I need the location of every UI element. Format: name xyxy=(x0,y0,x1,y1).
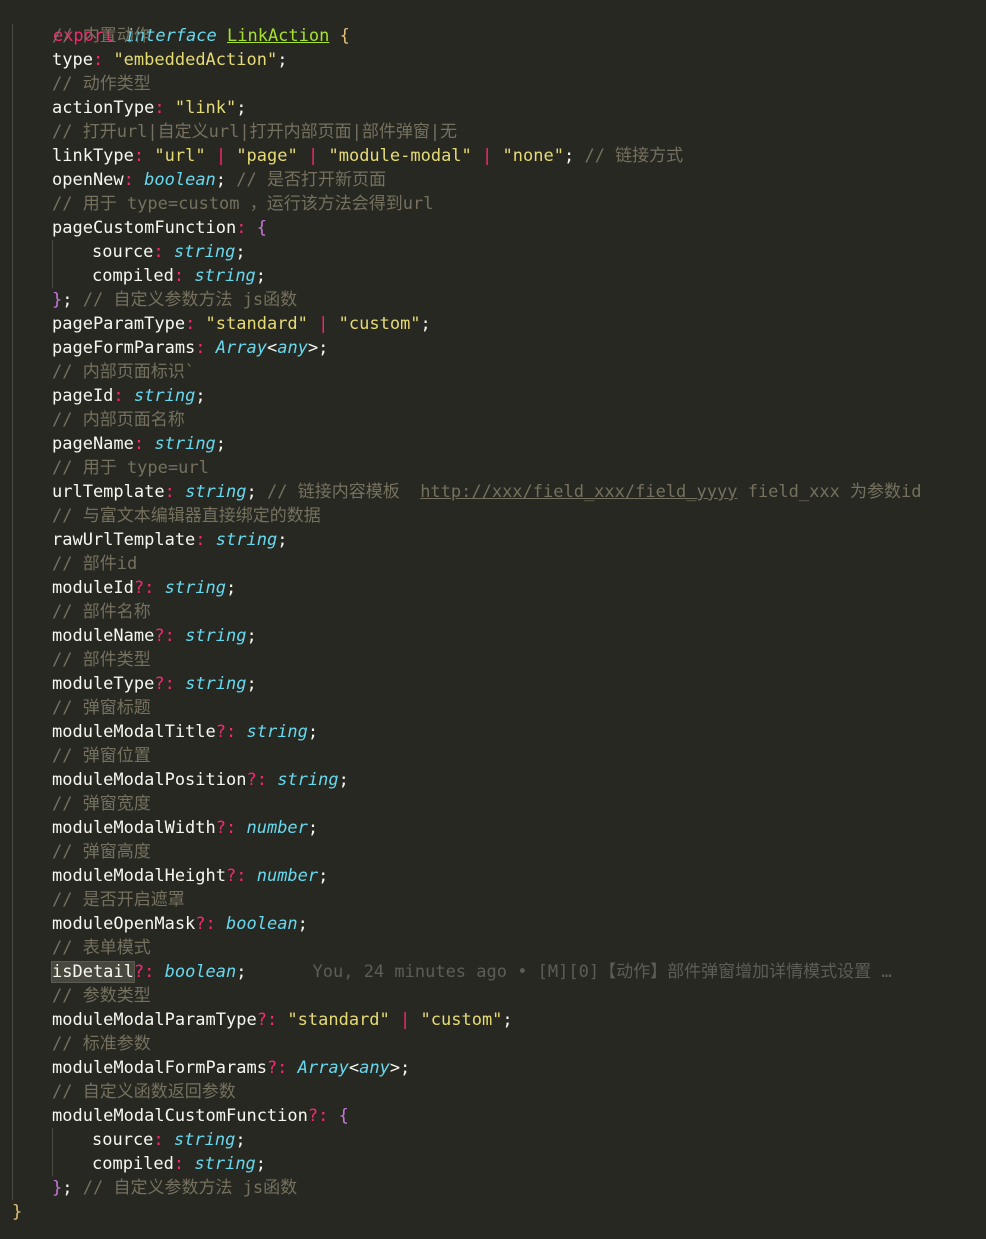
code-line[interactable]: // 内部页面名称 xyxy=(0,408,986,432)
code-line[interactable]: moduleOpenMask?: boolean; xyxy=(0,912,986,936)
code-line[interactable]: rawUrlTemplate: string; xyxy=(0,528,986,552)
string-literal: "link" xyxy=(174,98,237,118)
code-line[interactable]: // 表单模式 xyxy=(0,936,986,960)
code-line[interactable]: // 弹窗高度 xyxy=(0,840,986,864)
code-line[interactable]: // 弹窗宽度 xyxy=(0,792,986,816)
code-line[interactable]: moduleModalFormParams?: Array<any>; xyxy=(0,1056,986,1080)
comment: // 打开url|自定义url|打开内部页面|部件弹窗|无 xyxy=(52,122,458,142)
code-line[interactable]: moduleModalParamType?: "standard" | "cus… xyxy=(0,1008,986,1032)
code-line[interactable]: moduleModalPosition?: string; xyxy=(0,768,986,792)
code-line[interactable]: // 部件名称 xyxy=(0,600,986,624)
code-line[interactable]: moduleModalCustomFunction?: { xyxy=(0,1104,986,1128)
code-line[interactable]: linkType: "url" | "page" | "module-modal… xyxy=(0,144,986,168)
code-line[interactable]: moduleModalHeight?: number; xyxy=(0,864,986,888)
code-line[interactable]: // 自定义函数返回参数 xyxy=(0,1080,986,1104)
code-line[interactable]: source: string; xyxy=(0,240,986,264)
code-line[interactable]: openNew: boolean; // 是否打开新页面 xyxy=(0,168,986,192)
code-line[interactable]: // 用于 type=custom ，运行该方法会得到url xyxy=(0,192,986,216)
property-name: pageCustomFunction xyxy=(52,218,237,238)
comment: // 内置动作 xyxy=(52,26,151,46)
close-brace: } xyxy=(12,1202,23,1222)
code-line[interactable]: type: "embeddedAction"; xyxy=(0,48,986,72)
property-name: openNew xyxy=(52,170,124,190)
code-line[interactable]: pageParamType: "standard" | "custom"; xyxy=(0,312,986,336)
code-line[interactable]: pageName: string; xyxy=(0,432,986,456)
code-line[interactable]: } xyxy=(0,1200,986,1224)
code-line[interactable]: source: string; xyxy=(0,1128,986,1152)
git-blame-annotation[interactable]: You, 24 minutes ago • [M][0]【动作】部件弹窗增加详情… xyxy=(313,962,892,982)
code-line[interactable]: moduleId?: string; xyxy=(0,576,986,600)
code-line[interactable]: moduleName?: string; xyxy=(0,624,986,648)
code-line[interactable]: // 与富文本编辑器直接绑定的数据 xyxy=(0,504,986,528)
code-line[interactable]: // 内置动作 xyxy=(0,24,986,48)
code-line[interactable]: moduleModalTitle?: string; xyxy=(0,720,986,744)
code-line[interactable]: // 是否开启遮罩 xyxy=(0,888,986,912)
code-line[interactable]: // 部件类型 xyxy=(0,648,986,672)
code-editor[interactable]: export interface LinkAction { // 内置动作 ty… xyxy=(0,0,986,1239)
code-line[interactable]: }; // 自定义参数方法 js函数 xyxy=(0,1176,986,1200)
property-name: actionType xyxy=(52,98,155,118)
comment: // 动作类型 xyxy=(52,74,151,94)
code-line[interactable]: compiled: string; xyxy=(0,1152,986,1176)
code-line[interactable]: // 弹窗位置 xyxy=(0,744,986,768)
property-name: type xyxy=(52,50,93,70)
code-line[interactable]: moduleModalWidth?: number; xyxy=(0,816,986,840)
code-line[interactable]: // 参数类型 xyxy=(0,984,986,1008)
code-line[interactable]: export interface LinkAction { xyxy=(0,0,986,46)
code-line-current[interactable]: isDetail?: boolean; You, 24 minutes ago •… xyxy=(0,960,986,984)
code-line[interactable]: // 打开url|自定义url|打开内部页面|部件弹窗|无 xyxy=(0,120,986,144)
url-link[interactable]: http://xxx/field_xxx/field_yyyy xyxy=(420,482,737,502)
code-line[interactable]: }; // 自定义参数方法 js函数 xyxy=(0,288,986,312)
code-line[interactable]: // 用于 type=url xyxy=(0,456,986,480)
code-line[interactable]: pageCustomFunction: { xyxy=(0,216,986,240)
code-line[interactable]: compiled: string; xyxy=(0,264,986,288)
property-name: linkType xyxy=(52,146,134,166)
code-line[interactable]: // 部件id xyxy=(0,552,986,576)
code-line[interactable]: // 标准参数 xyxy=(0,1032,986,1056)
code-line[interactable]: pageFormParams: Array<any>; xyxy=(0,336,986,360)
code-line[interactable]: urlTemplate: string; // 链接内容模板 http://xx… xyxy=(0,480,986,504)
code-line[interactable]: // 动作类型 xyxy=(0,72,986,96)
code-line[interactable]: // 内部页面标识` xyxy=(0,360,986,384)
code-line[interactable]: actionType: "link"; xyxy=(0,96,986,120)
string-literal: "embeddedAction" xyxy=(113,50,278,70)
selected-identifier[interactable]: isDetail xyxy=(51,961,135,983)
code-line[interactable]: pageId: string; xyxy=(0,384,986,408)
property-name: compiled xyxy=(92,266,174,286)
comment: // 用于 type=custom ，运行该方法会得到url xyxy=(52,194,434,214)
code-line[interactable]: // 弹窗标题 xyxy=(0,696,986,720)
code-line[interactable]: moduleType?: string; xyxy=(0,672,986,696)
property-name: source xyxy=(92,242,154,262)
